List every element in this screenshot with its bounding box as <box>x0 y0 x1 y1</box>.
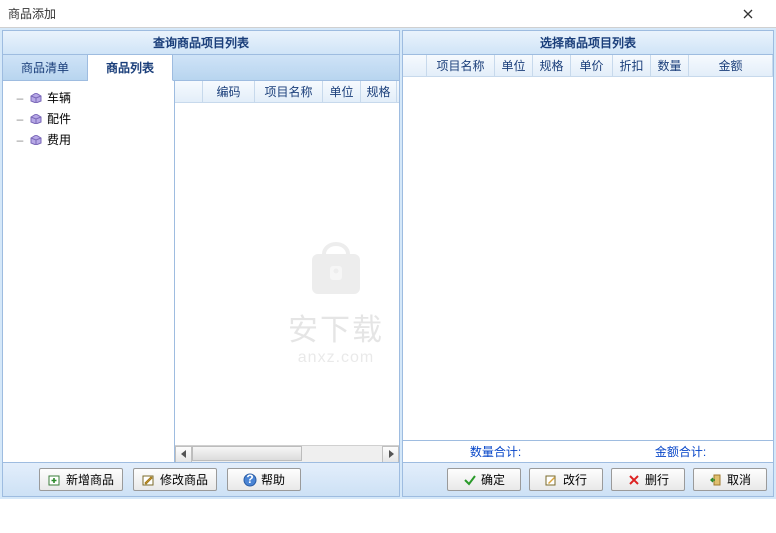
qty-total-label: 数量合计: <box>470 443 521 460</box>
delete-row-button[interactable]: 删行 <box>611 468 685 491</box>
tab-product-list[interactable]: 商品清单 <box>3 55 88 80</box>
col-header[interactable] <box>175 81 203 102</box>
tree-bullet-icon: – <box>15 112 25 126</box>
cube-icon <box>29 135 43 145</box>
add-product-button[interactable]: 新增商品 <box>39 468 123 491</box>
scroll-track[interactable] <box>192 446 382 463</box>
tree-item-label: 费用 <box>47 131 71 148</box>
scroll-thumb[interactable] <box>192 446 302 461</box>
h-scrollbar[interactable] <box>175 445 399 462</box>
edit-icon <box>142 473 156 487</box>
right-grid-body[interactable] <box>403 77 773 440</box>
edit-product-button[interactable]: 修改商品 <box>133 468 217 491</box>
tab-product-table[interactable]: 商品列表 <box>88 55 173 81</box>
col-header[interactable]: 规格 <box>533 55 571 76</box>
tree-item[interactable]: – 配件 <box>7 108 170 129</box>
help-icon: ? <box>243 473 257 487</box>
tree-item[interactable]: – 费用 <box>7 129 170 150</box>
plus-icon <box>48 473 62 487</box>
door-icon <box>709 473 723 487</box>
cube-icon <box>29 114 43 124</box>
scroll-left-icon[interactable] <box>175 446 192 463</box>
tree-item-label: 车辆 <box>47 89 71 106</box>
help-button[interactable]: ? 帮助 <box>227 468 301 491</box>
summary-row: 数量合计: 金额合计: <box>403 440 773 462</box>
category-tree: – 车辆 – 配件 – 费用 <box>3 81 175 462</box>
pencil-icon <box>545 473 559 487</box>
col-header[interactable] <box>403 55 427 76</box>
left-panel: 查询商品项目列表 商品清单 商品列表 – 车辆 – 配件 – <box>2 30 400 497</box>
cancel-button[interactable]: 取消 <box>693 468 767 491</box>
col-header[interactable]: 金额 <box>689 55 773 76</box>
tree-bullet-icon: – <box>15 133 25 147</box>
left-footer: 新增商品 修改商品 ? 帮助 <box>3 462 399 496</box>
right-panel: 选择商品项目列表 项目名称 单位 规格 单价 折扣 数量 金额 数量合计: 金额… <box>402 30 774 497</box>
col-header[interactable]: 编码 <box>203 81 255 102</box>
col-header[interactable]: 单价 <box>571 55 613 76</box>
col-header[interactable]: 项目名称 <box>427 55 495 76</box>
close-button[interactable] <box>728 0 768 28</box>
left-grid-header: 编码 项目名称 单位 规格 <box>175 81 399 103</box>
scroll-right-icon[interactable] <box>382 446 399 463</box>
x-icon <box>627 473 641 487</box>
tree-item[interactable]: – 车辆 <box>7 87 170 108</box>
edit-row-button[interactable]: 改行 <box>529 468 603 491</box>
tree-item-label: 配件 <box>47 110 71 127</box>
close-icon <box>743 9 753 19</box>
right-grid-header: 项目名称 单位 规格 单价 折扣 数量 金额 <box>403 55 773 77</box>
cube-icon <box>29 93 43 103</box>
left-panel-header: 查询商品项目列表 <box>3 31 399 55</box>
content: 查询商品项目列表 商品清单 商品列表 – 车辆 – 配件 – <box>0 28 776 499</box>
right-footer: 确定 改行 删行 取消 <box>403 462 773 496</box>
col-header[interactable]: 单位 <box>323 81 361 102</box>
ok-button[interactable]: 确定 <box>447 468 521 491</box>
col-header[interactable]: 规格 <box>361 81 397 102</box>
window-title: 商品添加 <box>8 5 728 22</box>
col-header[interactable]: 项目名称 <box>255 81 323 102</box>
right-panel-header: 选择商品项目列表 <box>403 31 773 55</box>
col-header[interactable]: 单位 <box>495 55 533 76</box>
col-header[interactable]: 折扣 <box>613 55 651 76</box>
tree-bullet-icon: – <box>15 91 25 105</box>
check-icon <box>463 473 477 487</box>
left-grid-body[interactable] <box>175 103 399 445</box>
titlebar: 商品添加 <box>0 0 776 28</box>
svg-text:?: ? <box>246 473 253 486</box>
amt-total-label: 金额合计: <box>655 443 706 460</box>
left-split: – 车辆 – 配件 – 费用 编码 <box>3 81 399 462</box>
left-grid: 编码 项目名称 单位 规格 <box>175 81 399 462</box>
col-header[interactable]: 数量 <box>651 55 689 76</box>
tabs: 商品清单 商品列表 <box>3 55 399 81</box>
